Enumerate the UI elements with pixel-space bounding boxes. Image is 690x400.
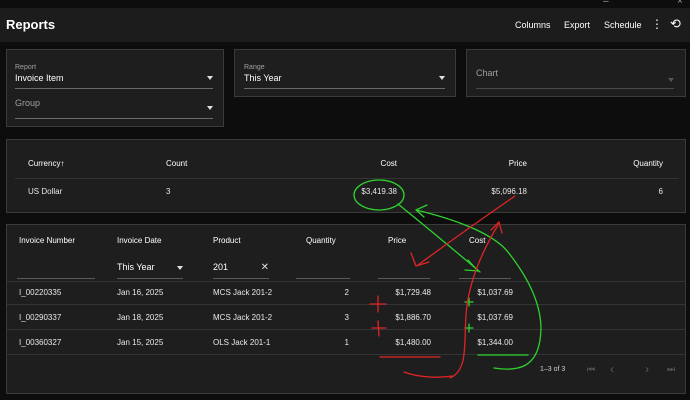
pagination-range: 1–3 of 3 bbox=[540, 366, 566, 373]
group-select[interactable]: Group bbox=[15, 98, 213, 119]
chevron-down-icon bbox=[207, 106, 213, 110]
export-button[interactable]: Export bbox=[564, 20, 590, 30]
row-quantity: 2 bbox=[344, 288, 349, 297]
product-filter-input[interactable]: 201 ✕ bbox=[213, 260, 269, 279]
summary-price: $5,096.18 bbox=[491, 187, 527, 196]
minimize-icon[interactable]: – bbox=[603, 0, 609, 7]
row-cost: $1,037.69 bbox=[477, 313, 513, 322]
row-invoice-date: Jan 15, 2025 bbox=[117, 338, 164, 347]
range-select-value: This Year bbox=[244, 73, 282, 83]
report-select[interactable]: Report Invoice Item bbox=[15, 64, 213, 90]
row-invoice-number[interactable]: I_00220335 bbox=[19, 288, 61, 297]
report-select-label: Report bbox=[15, 64, 37, 71]
schedule-button[interactable]: Schedule bbox=[604, 20, 642, 30]
summary-table: Currency↑ Count Cost Price Quantity US D… bbox=[6, 139, 686, 213]
group-select-underline bbox=[15, 118, 213, 119]
detail-header-cost[interactable]: Cost bbox=[469, 236, 485, 245]
report-select-underline bbox=[15, 88, 213, 89]
close-icon[interactable]: × bbox=[677, 0, 683, 7]
clear-icon[interactable]: ✕ bbox=[261, 262, 269, 273]
summary-divider bbox=[15, 178, 679, 179]
chevron-down-icon bbox=[207, 76, 213, 80]
summary-count: 3 bbox=[166, 187, 171, 196]
summary-quantity: 6 bbox=[658, 187, 663, 196]
row-invoice-date: Jan 18, 2025 bbox=[117, 313, 164, 322]
prev-page-icon[interactable]: ‹ bbox=[610, 362, 614, 376]
invoice-date-filter-value: This Year bbox=[117, 262, 155, 272]
row-product: MCS Jack 201-2 bbox=[213, 313, 273, 322]
row-price: $1,729.48 bbox=[395, 288, 431, 297]
chevron-down-icon bbox=[668, 78, 674, 82]
detail-header-price[interactable]: Price bbox=[388, 236, 406, 245]
row-price: $1,886.70 bbox=[395, 313, 431, 322]
row-quantity: 1 bbox=[344, 338, 349, 347]
quantity-filter-input[interactable] bbox=[296, 278, 350, 279]
range-select[interactable]: Range This Year bbox=[244, 64, 445, 90]
next-page-icon[interactable]: › bbox=[645, 362, 649, 376]
detail-header-product[interactable]: Product bbox=[213, 236, 241, 245]
chart-select-underline bbox=[476, 88, 674, 89]
row-cost: $1,344.00 bbox=[477, 338, 513, 347]
last-page-icon[interactable]: ⏭ bbox=[667, 364, 675, 375]
chart-select[interactable]: Chart bbox=[476, 68, 674, 90]
window-titlebar: – × bbox=[0, 0, 690, 8]
detail-header-invoice-number[interactable]: Invoice Number bbox=[19, 236, 75, 245]
row-quantity: 3 bbox=[344, 313, 349, 322]
page-title: Reports bbox=[6, 17, 56, 32]
history-icon[interactable]: ⟲ bbox=[670, 16, 681, 32]
range-filter-card: Range This Year bbox=[234, 49, 456, 97]
invoice-date-filter-select[interactable]: This Year bbox=[117, 260, 183, 279]
detail-header-quantity[interactable]: Quantity bbox=[306, 236, 336, 245]
summary-header-cost[interactable]: Cost bbox=[337, 159, 397, 168]
columns-button[interactable]: Columns bbox=[515, 20, 551, 30]
group-select-label: Group bbox=[15, 98, 41, 108]
filter-row-divider bbox=[7, 281, 685, 282]
invoice-date-filter-underline bbox=[117, 278, 183, 279]
app-bar: Reports Columns Export Schedule ⋮ ⟲ bbox=[0, 8, 690, 42]
report-select-value: Invoice Item bbox=[15, 73, 64, 83]
row-product: MCS Jack 201-2 bbox=[213, 288, 273, 297]
range-select-label: Range bbox=[244, 64, 265, 71]
chart-select-label: Chart bbox=[476, 68, 499, 78]
summary-cost: $3,419.38 bbox=[361, 187, 397, 196]
chart-filter-card: Chart bbox=[466, 49, 686, 97]
chevron-down-icon bbox=[177, 266, 183, 270]
report-filter-card: Report Invoice Item Group bbox=[6, 49, 224, 127]
more-vert-icon[interactable]: ⋮ bbox=[651, 17, 663, 31]
row-product: OLS Jack 201-1 bbox=[213, 338, 271, 347]
row-price: $1,480.00 bbox=[395, 338, 431, 347]
row-invoice-number[interactable]: I_00360327 bbox=[19, 338, 61, 347]
row-invoice-number[interactable]: I_00290337 bbox=[19, 313, 61, 322]
detail-header-invoice-date[interactable]: Invoice Date bbox=[117, 236, 161, 245]
summary-header-count[interactable]: Count bbox=[166, 159, 187, 168]
summary-header-currency[interactable]: Currency↑ bbox=[28, 159, 64, 168]
cost-filter-input[interactable] bbox=[459, 278, 511, 279]
summary-currency: US Dollar bbox=[28, 187, 63, 196]
invoice-number-filter-input[interactable] bbox=[17, 278, 95, 279]
row-divider bbox=[7, 329, 685, 330]
row-invoice-date: Jan 16, 2025 bbox=[117, 288, 164, 297]
row-divider bbox=[7, 354, 685, 355]
price-filter-input[interactable] bbox=[378, 278, 430, 279]
row-divider bbox=[7, 304, 685, 305]
summary-header-price[interactable]: Price bbox=[467, 159, 527, 168]
product-filter-underline bbox=[213, 278, 269, 279]
chevron-down-icon bbox=[439, 76, 445, 80]
first-page-icon[interactable]: ⏮ bbox=[587, 364, 595, 375]
range-select-underline bbox=[244, 88, 445, 89]
summary-header-quantity[interactable]: Quantity bbox=[603, 159, 663, 168]
sort-arrow-up-icon: ↑ bbox=[60, 159, 65, 168]
row-cost: $1,037.69 bbox=[477, 288, 513, 297]
detail-table: Invoice Number Invoice Date Product Quan… bbox=[6, 224, 686, 394]
